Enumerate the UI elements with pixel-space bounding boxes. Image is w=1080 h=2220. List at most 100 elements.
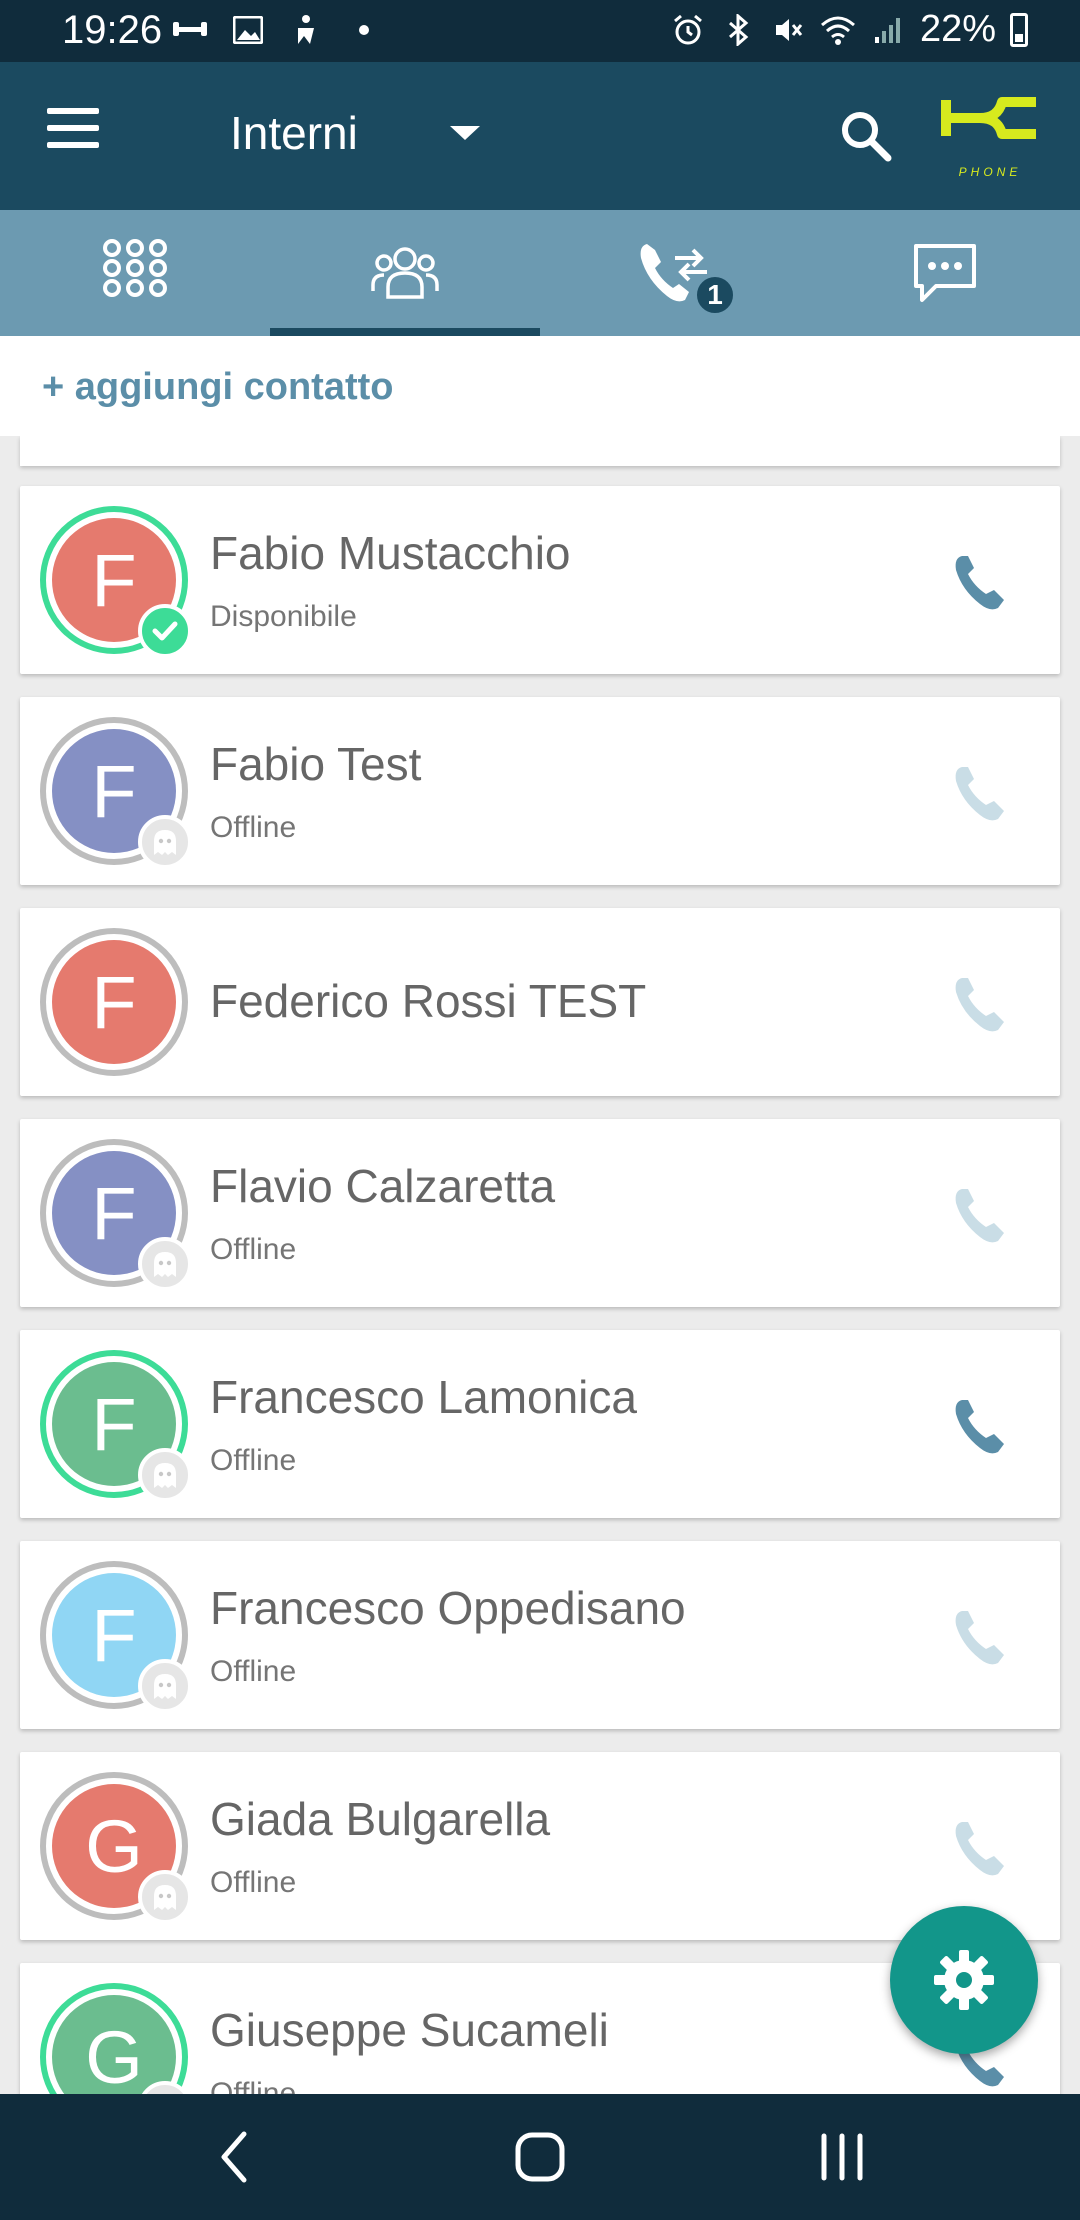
alarm-icon — [670, 12, 706, 48]
recents-button[interactable] — [802, 2124, 882, 2190]
contacts-icon — [371, 247, 439, 299]
phone-icon — [955, 767, 1004, 821]
contact-card[interactable]: F Francesco Lamonica Offline — [20, 1330, 1060, 1518]
contact-name: Flavio Calzaretta — [210, 1160, 556, 1212]
contact-list[interactable]: F Fabio Mustacchio Disponibile F Fabio Test O… — [0, 436, 1080, 2094]
phone-icon — [955, 1400, 1004, 1454]
accessibility-icon — [288, 12, 324, 48]
menu-line — [47, 142, 99, 148]
avatar-ring: G — [40, 1983, 192, 2094]
contact-card[interactable]: F Federico Rossi TEST — [20, 908, 1060, 1096]
settings-gear-icon — [934, 1950, 994, 2010]
call-button[interactable] — [950, 1818, 1010, 1878]
phone-icon — [955, 1189, 1004, 1243]
tab-bar — [0, 210, 1080, 336]
menu-line — [47, 125, 99, 131]
contact-status: Offline — [210, 2077, 297, 2094]
list-item-partial — [20, 436, 1060, 466]
page-title: Interni — [230, 107, 358, 159]
bluetooth-icon — [720, 12, 756, 48]
offline-ghost-icon — [138, 815, 192, 869]
recents-icon — [821, 2133, 863, 2181]
dialpad-icon — [103, 239, 167, 297]
logo-text: PHONE — [958, 165, 1022, 179]
battery-icon — [1010, 12, 1028, 47]
system-nav-bar — [0, 2094, 1080, 2220]
caret-down-icon — [449, 126, 480, 140]
dot-icon — [346, 12, 382, 48]
phone-icon — [955, 1822, 1004, 1876]
offline-ghost-icon — [138, 1659, 192, 1713]
avatar-ring: F — [40, 1561, 192, 1713]
avatar-ring: F — [40, 928, 188, 1076]
title-dropdown[interactable]: Interni — [230, 106, 480, 160]
wifi-icon — [820, 12, 856, 48]
contact-name: Fabio Mustacchio — [210, 527, 571, 579]
call-button[interactable] — [950, 763, 1010, 823]
contact-status: Offline — [210, 1655, 297, 1688]
status-time: 19:26 — [62, 8, 163, 52]
phone-icon — [955, 978, 1004, 1032]
contact-status: Offline — [210, 1866, 297, 1899]
avatar: F — [52, 940, 176, 1064]
contact-card[interactable]: F Fabio Mustacchio Disponibile — [20, 486, 1060, 674]
contact-status: Offline — [210, 1444, 297, 1477]
tab-contacts[interactable] — [270, 210, 540, 336]
back-icon — [221, 2131, 247, 2183]
add-contact-link[interactable]: + aggiungi contatto — [42, 366, 393, 409]
tab-call-transfer[interactable] — [540, 210, 810, 336]
call-button[interactable] — [950, 974, 1010, 1034]
contact-card[interactable]: F Fabio Test Offline — [20, 697, 1060, 885]
back-button[interactable] — [196, 2124, 276, 2190]
home-button[interactable] — [500, 2124, 580, 2190]
avatar-ring: F — [40, 717, 192, 869]
contact-status: Offline — [210, 811, 297, 844]
contact-name: Federico Rossi TEST — [210, 975, 647, 1027]
menu-line — [47, 108, 99, 114]
mute-icon — [770, 12, 806, 48]
call-button[interactable] — [950, 552, 1010, 612]
phone-icon — [955, 556, 1004, 610]
contact-status: Offline — [210, 1233, 297, 1266]
chat-icon — [914, 244, 976, 302]
avatar-ring: F — [40, 1350, 192, 1502]
app-logo: PHONE — [940, 96, 1040, 180]
signal-icon — [870, 12, 906, 48]
call-transfer-badge: 1 — [694, 274, 736, 316]
avatar: G — [52, 1995, 176, 2094]
app-bar: Interni PHONE — [0, 62, 1080, 210]
menu-button[interactable] — [40, 108, 106, 164]
status-bar: 19:26 22% — [0, 0, 1080, 62]
avatar-ring: F — [40, 1139, 192, 1291]
image-icon — [230, 12, 266, 48]
contact-status: Disponibile — [210, 600, 357, 633]
search-button[interactable] — [836, 106, 896, 166]
phone-icon — [955, 1611, 1004, 1665]
avatar-ring: F — [40, 506, 192, 658]
contact-card[interactable]: F Flavio Calzaretta Offline — [20, 1119, 1060, 1307]
contact-name: Francesco Lamonica — [210, 1371, 637, 1423]
contact-card[interactable]: G Giada Bulgarella Offline — [20, 1752, 1060, 1940]
tab-dialpad[interactable] — [0, 210, 270, 336]
contact-name: Fabio Test — [210, 738, 422, 790]
avatar-ring: G — [40, 1772, 192, 1924]
call-button[interactable] — [950, 1607, 1010, 1667]
add-contact-bar: + aggiungi contatto — [0, 336, 1080, 436]
status-left-icons — [172, 12, 382, 48]
offline-ghost-icon — [138, 1870, 192, 1924]
offline-ghost-icon — [138, 1237, 192, 1291]
search-icon — [842, 112, 892, 162]
offline-ghost-icon — [138, 1448, 192, 1502]
contact-card[interactable]: F Francesco Oppedisano Offline — [20, 1541, 1060, 1729]
settings-fab[interactable] — [890, 1906, 1038, 2054]
status-right-icons: 22% — [670, 8, 1028, 51]
home-icon — [515, 2132, 565, 2182]
call-button[interactable] — [950, 1185, 1010, 1245]
available-check-icon — [138, 604, 192, 658]
contact-name: Francesco Oppedisano — [210, 1582, 686, 1634]
tty-icon — [172, 12, 208, 48]
contact-name: Giuseppe Sucameli — [210, 2004, 609, 2056]
call-button[interactable] — [950, 1396, 1010, 1456]
contact-name: Giada Bulgarella — [210, 1793, 551, 1845]
tab-chat[interactable] — [810, 210, 1080, 336]
